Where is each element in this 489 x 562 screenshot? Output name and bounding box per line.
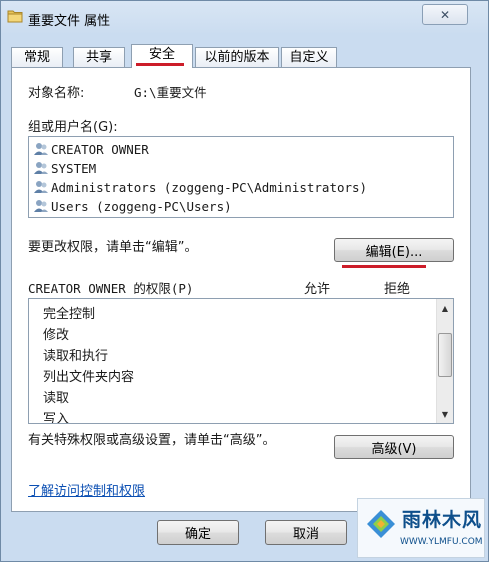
allow-column-header: 允许 — [304, 282, 331, 297]
tab-customize[interactable]: 自定义 — [281, 47, 337, 67]
scroll-up-icon[interactable]: ▲ — [437, 300, 453, 316]
tab-general[interactable]: 常规 — [11, 47, 63, 67]
change-permissions-hint: 要更改权限，请单击“编辑”。 — [28, 240, 198, 255]
tab-bar: 常规 共享 安全 以前的版本 自定义 — [11, 44, 471, 68]
window-title: 重要文件 属性 — [28, 14, 111, 29]
tab-security[interactable]: 安全 — [131, 44, 193, 68]
edit-button[interactable]: 编辑(E)... — [334, 238, 454, 262]
permission-item: 写入 — [43, 412, 70, 424]
tab-sharing[interactable]: 共享 — [73, 47, 125, 67]
properties-dialog: 重要文件 属性 ✕ 常规 共享 安全 以前的版本 自定义 对象名称: G:\重要… — [0, 0, 489, 562]
advanced-button[interactable]: 高级(V) — [334, 435, 454, 459]
watermark-text: 雨林木风 — [402, 509, 483, 531]
user-item[interactable]: Users (zoggeng-PC\Users) — [33, 197, 232, 215]
object-name-label: 对象名称: — [28, 86, 85, 101]
permissions-title: CREATOR OWNER 的权限(P) — [28, 281, 194, 296]
scroll-thumb[interactable] — [438, 333, 452, 377]
permission-item: 修改 — [43, 328, 70, 343]
user-item[interactable]: CREATOR OWNER — [33, 140, 149, 158]
user-group-icon — [34, 143, 48, 155]
permissions-list[interactable]: 完全控制 修改 读取和执行 列出文件夹内容 读取 写入 ▲ ▼ — [28, 298, 454, 424]
user-item[interactable]: SYSTEM — [33, 159, 96, 177]
tab-previous-versions[interactable]: 以前的版本 — [195, 47, 279, 67]
user-list[interactable]: CREATOR OWNER SYSTEM Administrators (zog… — [28, 136, 454, 218]
ok-button[interactable]: 确定 — [157, 520, 239, 545]
user-group-icon — [34, 200, 48, 212]
ylmf-logo-icon — [367, 510, 395, 538]
advanced-hint: 有关特殊权限或高级设置，请单击“高级”。 — [28, 433, 276, 448]
permission-item: 列出文件夹内容 — [43, 370, 135, 385]
edit-button-underline — [342, 265, 426, 268]
permission-item: 读取和执行 — [43, 349, 109, 364]
cancel-button[interactable]: 取消 — [265, 520, 347, 545]
deny-column-header: 拒绝 — [384, 282, 411, 297]
close-button[interactable]: ✕ — [422, 4, 468, 25]
folder-icon — [7, 10, 23, 23]
learn-access-control-link[interactable]: 了解访问控制和权限 — [28, 480, 145, 499]
security-panel: 对象名称: G:\重要文件 组或用户名(G): CREATOR OWNER SY… — [11, 67, 471, 512]
permission-item: 读取 — [43, 391, 70, 406]
permission-item: 完全控制 — [43, 307, 96, 322]
watermark-url: WWW.YLMFU.COM — [400, 537, 483, 547]
user-group-icon — [34, 181, 48, 193]
permissions-scrollbar[interactable]: ▲ ▼ — [436, 299, 453, 423]
close-icon: ✕ — [439, 7, 451, 22]
object-name-value: G:\重要文件 — [134, 85, 207, 100]
user-group-icon — [34, 162, 48, 174]
scroll-down-icon[interactable]: ▼ — [437, 406, 453, 422]
user-item[interactable]: Administrators (zoggeng-PC\Administrator… — [33, 178, 367, 196]
active-tab-underline — [136, 63, 184, 66]
watermark-logo: 雨林木风 WWW.YLMFU.COM — [357, 498, 485, 558]
groups-label: 组或用户名(G): — [28, 120, 118, 135]
